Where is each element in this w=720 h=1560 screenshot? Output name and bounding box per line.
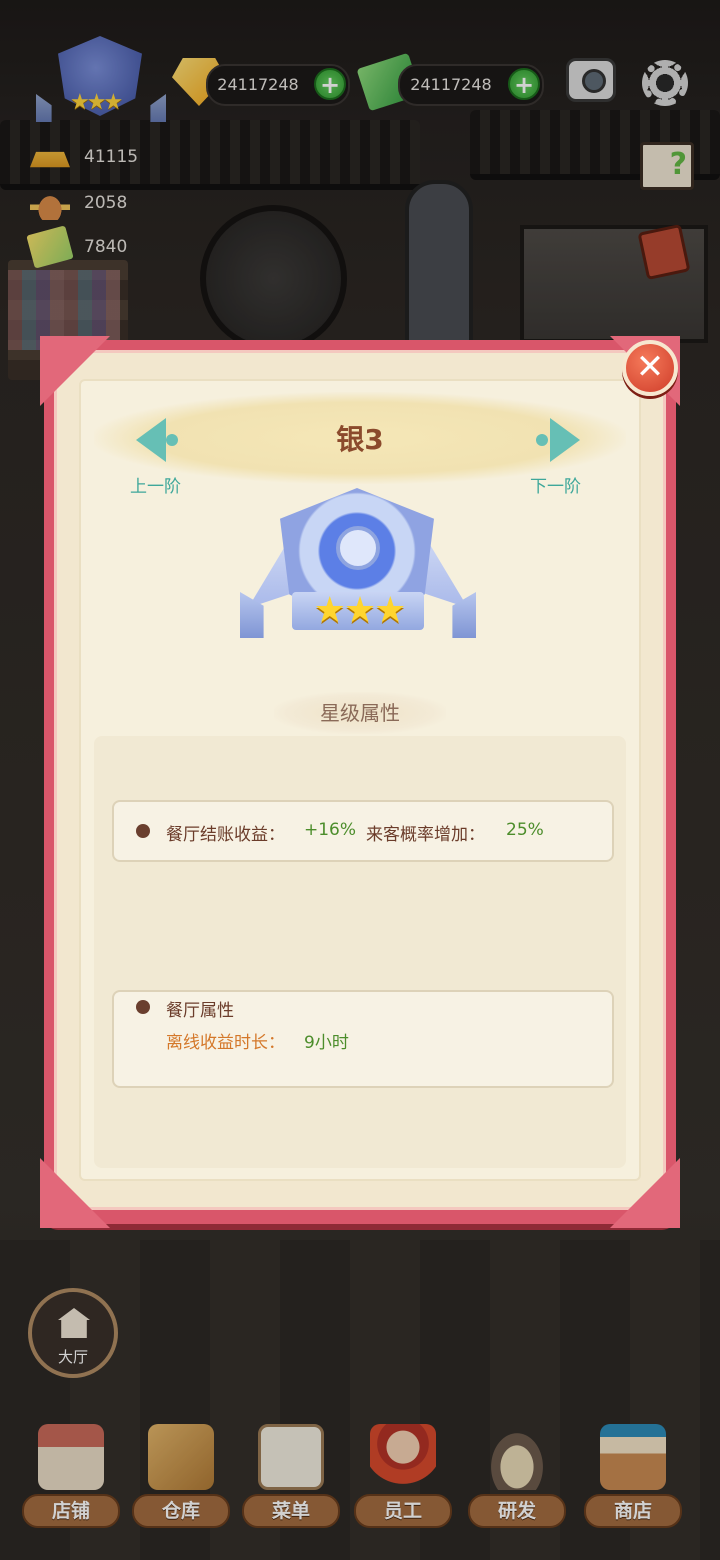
- bullet-icon: [136, 824, 150, 838]
- offline-income-value: 9小时: [304, 1033, 349, 1053]
- prev-tier-button[interactable]: [134, 414, 184, 464]
- tier-title: 银3: [336, 423, 384, 456]
- checkout-income-value: +16%: [304, 820, 357, 840]
- next-tier-label[interactable]: 下一阶: [530, 472, 581, 497]
- next-tier-button[interactable]: [532, 414, 582, 464]
- checkout-income-label: 餐厅结账收益：: [166, 825, 285, 845]
- frying-pan-icon: [336, 526, 380, 570]
- prev-tier-label[interactable]: 上一阶: [130, 472, 181, 497]
- bullet-icon: [136, 1000, 150, 1014]
- section-title: 星级属性: [274, 692, 446, 734]
- restaurant-attr-title: 餐厅属性: [166, 1001, 234, 1021]
- arrow-left-icon: [136, 418, 166, 462]
- close-icon: ✕: [635, 347, 665, 387]
- customer-rate-label: 来客概率增加：: [366, 825, 485, 845]
- offline-income-label: 离线收益时长：: [166, 1033, 285, 1053]
- tier-badge: ★★★: [240, 488, 476, 648]
- customer-rate-value: 25%: [506, 820, 544, 840]
- close-button[interactable]: ✕: [622, 340, 678, 396]
- arrow-right-icon: [550, 418, 580, 462]
- star-rating: ★★★: [313, 590, 407, 631]
